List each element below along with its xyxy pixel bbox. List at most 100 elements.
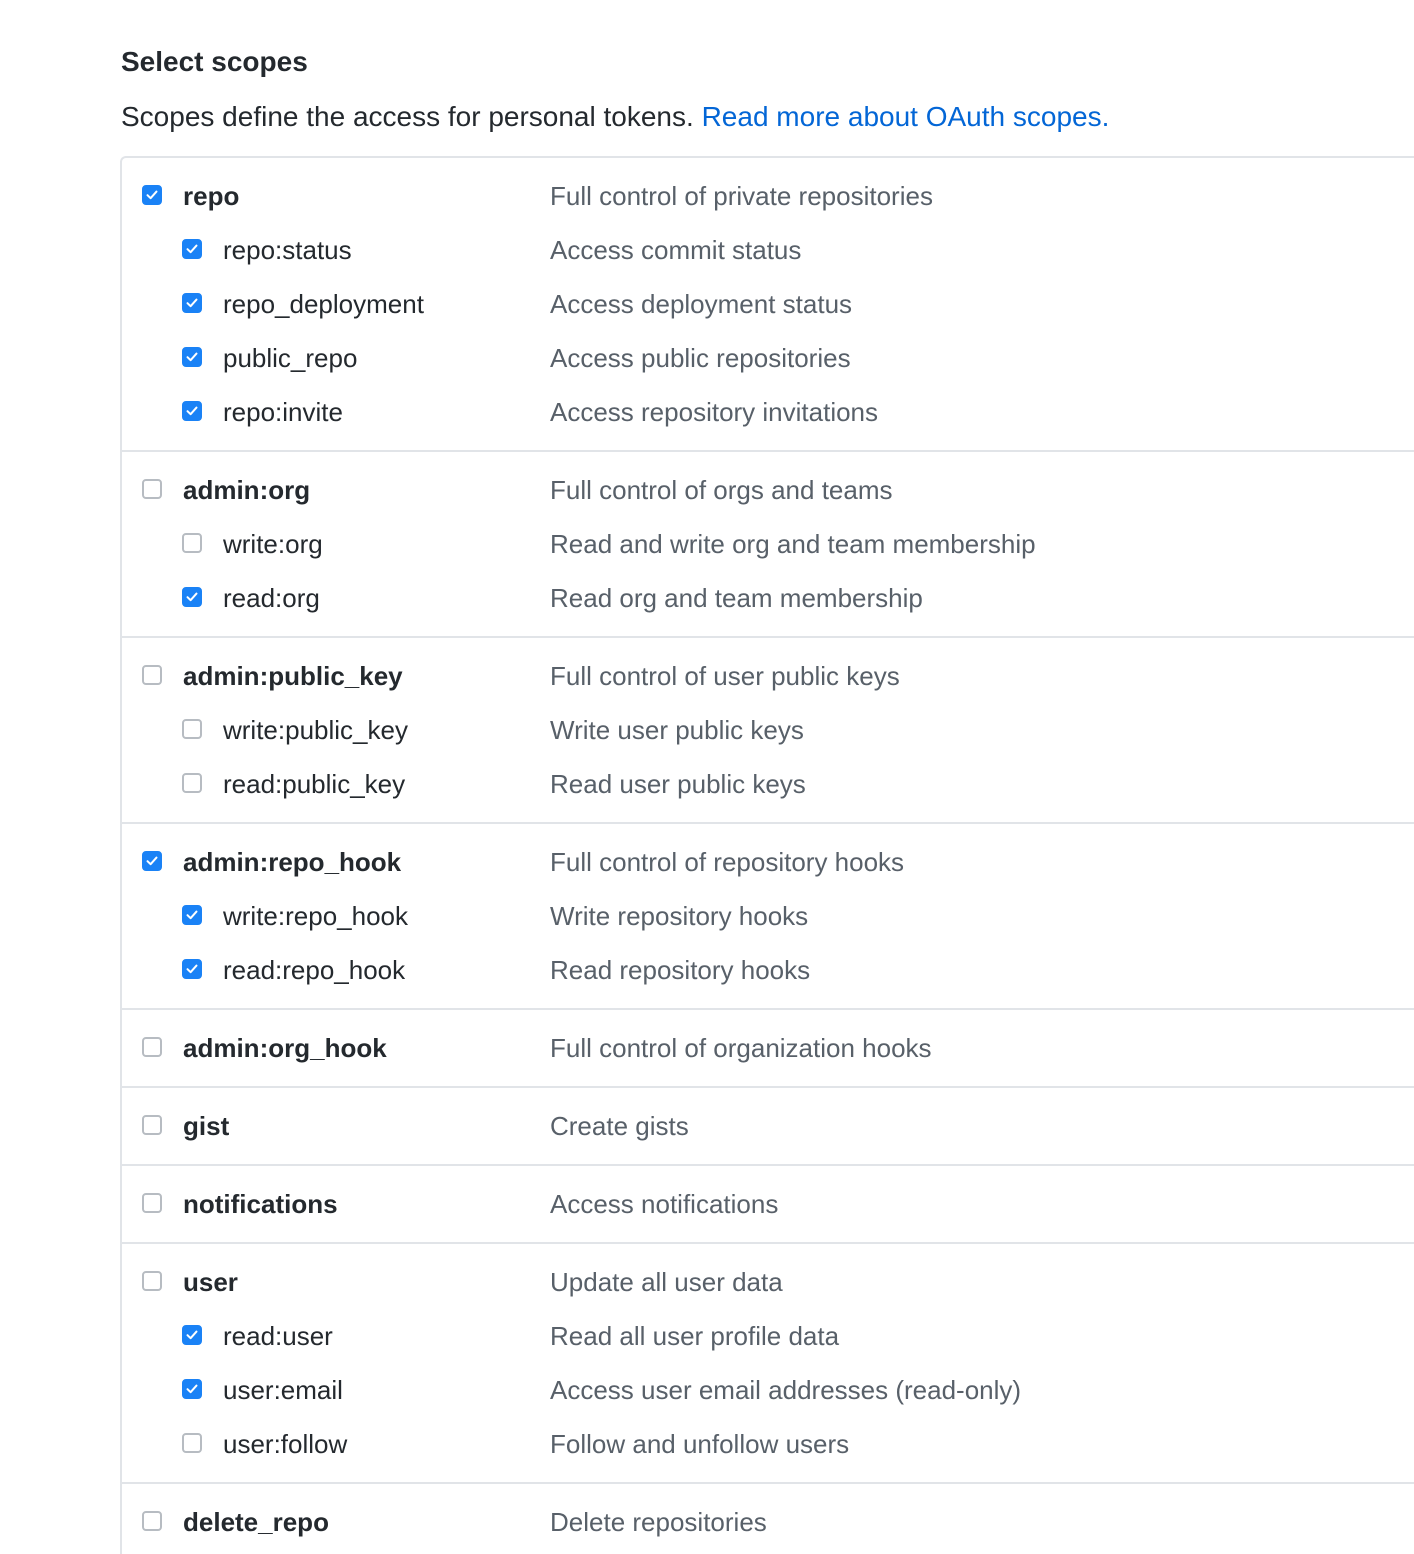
scope-name-user: user (183, 1267, 238, 1297)
checkbox-admin-org[interactable] (142, 479, 162, 499)
scope-name-public-repo: public_repo (223, 343, 358, 373)
scope-group-delete-repo: delete_repo Delete repositories (122, 1484, 1414, 1554)
scope-row-admin-org: admin:org Full control of orgs and teams (122, 463, 1414, 517)
scope-description-public-repo: Access public repositories (550, 343, 851, 373)
scope-description-repo-status: Access commit status (550, 235, 802, 265)
scope-description-read-repo-hook: Read repository hooks (550, 955, 811, 985)
scope-row-admin-org-hook: admin:org_hook Full control of organizat… (122, 1021, 1414, 1075)
scope-name-write-org: write:org (223, 529, 323, 559)
scope-name-read-user: read:user (223, 1321, 333, 1351)
scope-description-read-public-key: Read user public keys (550, 769, 806, 799)
scope-group-repo: repo Full control of private repositorie… (122, 158, 1414, 452)
scope-row-admin-repo-hook: admin:repo_hook Full control of reposito… (122, 835, 1414, 889)
scope-name-notifications: notifications (183, 1189, 338, 1219)
checkbox-admin-repo-hook[interactable] (142, 851, 162, 871)
checkbox-public-repo[interactable] (182, 347, 202, 367)
checkbox-write-org[interactable] (182, 533, 202, 553)
scope-group-admin-org: admin:org Full control of orgs and teams… (122, 452, 1414, 638)
scope-name-admin-repo-hook: admin:repo_hook (183, 847, 402, 877)
checkmark-icon (186, 352, 198, 362)
scope-group-admin-repo-hook: admin:repo_hook Full control of reposito… (122, 824, 1414, 1010)
checkbox-admin-public-key[interactable] (142, 665, 162, 685)
sub-scope-row-read-repo-hook: read:repo_hook Read repository hooks (122, 943, 1414, 997)
scope-row-gist: gist Create gists (122, 1099, 1414, 1153)
checkbox-admin-org-hook[interactable] (142, 1037, 162, 1057)
checkbox-gist[interactable] (142, 1115, 162, 1135)
sub-scope-row-write-public-key: write:public_key Write user public keys (122, 703, 1414, 757)
sub-scope-row-user-email: user:email Access user email addresses (… (122, 1363, 1414, 1417)
checkbox-notifications[interactable] (142, 1193, 162, 1213)
scope-name-delete-repo: delete_repo (183, 1507, 329, 1537)
checkbox-repo-status[interactable] (182, 239, 202, 259)
page-title: Select scopes (121, 46, 308, 77)
checkmark-icon (146, 856, 158, 866)
scope-description-notifications: Access notifications (550, 1189, 779, 1219)
scope-group-admin-org-hook: admin:org_hook Full control of organizat… (122, 1010, 1414, 1088)
scope-name-repo-deployment: repo_deployment (223, 289, 424, 319)
scope-description-read-org: Read org and team membership (550, 583, 923, 613)
checkmark-icon (146, 190, 158, 200)
sub-scope-row-write-repo-hook: write:repo_hook Write repository hooks (122, 889, 1414, 943)
scope-description-admin-org-hook: Full control of organization hooks (550, 1033, 932, 1063)
checkmark-icon (186, 1330, 198, 1340)
scope-name-read-public-key: read:public_key (223, 769, 406, 799)
scope-group-gist: gist Create gists (122, 1088, 1414, 1166)
sub-scope-row-read-public-key: read:public_key Read user public keys (122, 757, 1414, 811)
checkbox-read-public-key[interactable] (182, 773, 202, 793)
scope-group-admin-public-key: admin:public_key Full control of user pu… (122, 638, 1414, 824)
checkmark-icon (186, 1384, 198, 1394)
scope-name-repo-invite: repo:invite (223, 397, 343, 427)
sub-scope-row-read-user: read:user Read all user profile data (122, 1309, 1414, 1363)
scopes-description-text: Scopes define the access for personal to… (121, 101, 694, 132)
checkmark-icon (186, 244, 198, 254)
sub-scope-row-public-repo: public_repo Access public repositories (122, 331, 1414, 385)
scope-description-write-repo-hook: Write repository hooks (550, 901, 809, 931)
checkbox-user[interactable] (142, 1271, 162, 1291)
scope-name-write-repo-hook: write:repo_hook (223, 901, 408, 931)
checkmark-icon (186, 910, 198, 920)
scope-name-read-repo-hook: read:repo_hook (223, 955, 406, 985)
scope-list: repo Full control of private repositorie… (120, 156, 1414, 1554)
scope-description-user-email: Access user email addresses (read-only) (550, 1375, 1022, 1405)
checkbox-repo-deployment[interactable] (182, 293, 202, 313)
sub-scope-row-repo-status: repo:status Access commit status (122, 223, 1414, 277)
checkbox-delete-repo[interactable] (142, 1511, 162, 1531)
sub-scope-row-repo-deployment: repo_deployment Access deployment status (122, 277, 1414, 331)
scope-description-user: Update all user data (550, 1267, 783, 1297)
scope-description-repo-invite: Access repository invitations (550, 397, 879, 427)
checkbox-read-repo-hook[interactable] (182, 959, 202, 979)
scope-name-repo-status: repo:status (223, 235, 352, 265)
scope-name-admin-org-hook: admin:org_hook (183, 1033, 387, 1063)
checkmark-icon (186, 964, 198, 974)
scope-name-gist: gist (183, 1111, 230, 1141)
scope-name-read-org: read:org (223, 583, 320, 613)
scope-name-admin-public-key: admin:public_key (183, 661, 403, 691)
scope-description-repo: Full control of private repositories (550, 181, 933, 211)
scope-description-admin-public-key: Full control of user public keys (550, 661, 900, 691)
checkmark-icon (186, 592, 198, 602)
scope-name-repo: repo (183, 181, 240, 211)
oauth-scopes-link[interactable]: Read more about OAuth scopes. (702, 101, 1110, 132)
scope-description-admin-org: Full control of orgs and teams (550, 475, 893, 505)
scope-row-user: user Update all user data (122, 1255, 1414, 1309)
sub-scope-row-read-org: read:org Read org and team membership (122, 571, 1414, 625)
checkmark-icon (186, 298, 198, 308)
checkbox-repo[interactable] (142, 185, 162, 205)
scope-description-write-org: Read and write org and team membership (550, 529, 1036, 559)
scope-name-user-email: user:email (223, 1375, 343, 1405)
scope-description-user-follow: Follow and unfollow users (550, 1429, 850, 1459)
scope-name-user-follow: user:follow (223, 1429, 348, 1459)
scope-name-write-public-key: write:public_key (223, 715, 408, 745)
checkbox-write-repo-hook[interactable] (182, 905, 202, 925)
scope-row-admin-public-key: admin:public_key Full control of user pu… (122, 649, 1414, 703)
scope-row-notifications: notifications Access notifications (122, 1177, 1414, 1231)
checkbox-read-user[interactable] (182, 1325, 202, 1345)
checkbox-write-public-key[interactable] (182, 719, 202, 739)
scope-name-admin-org: admin:org (183, 475, 311, 505)
checkbox-user-email[interactable] (182, 1379, 202, 1399)
checkbox-read-org[interactable] (182, 587, 202, 607)
sub-scope-row-user-follow: user:follow Follow and unfollow users (122, 1417, 1414, 1471)
checkbox-repo-invite[interactable] (182, 401, 202, 421)
scope-description-read-user: Read all user profile data (550, 1321, 840, 1351)
checkbox-user-follow[interactable] (182, 1433, 202, 1453)
